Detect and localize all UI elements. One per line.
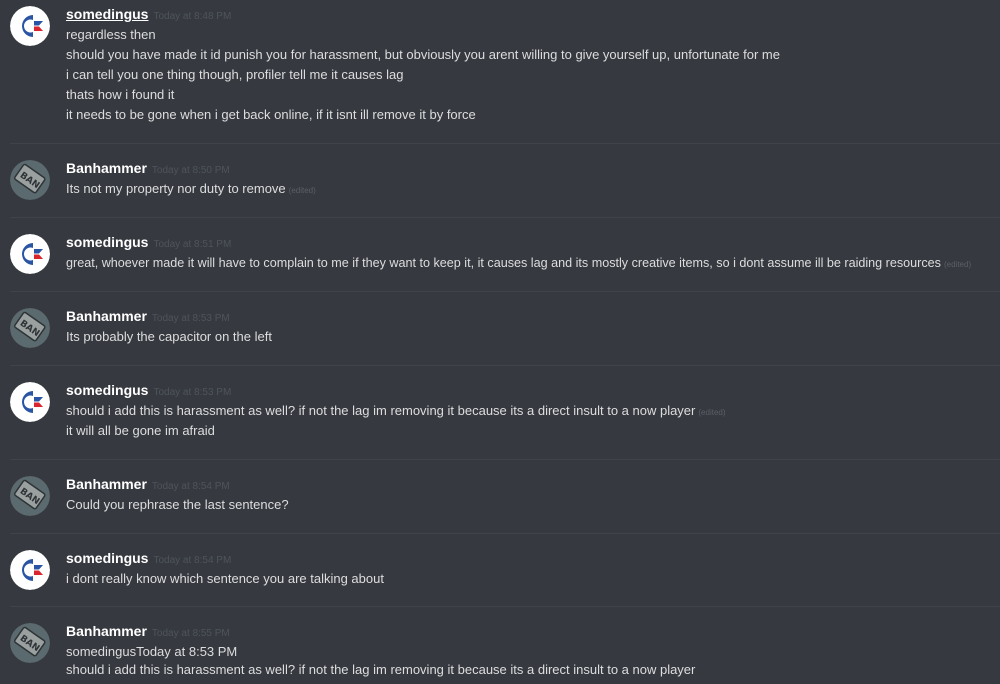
timestamp: Today at 8:51 PM bbox=[153, 239, 232, 250]
commodore-avatar-icon[interactable] bbox=[10, 550, 50, 590]
message-header: somedingus Today at 8:48 PM bbox=[66, 6, 231, 24]
message-line: Could you rephrase the last sentence? bbox=[66, 497, 289, 512]
username[interactable]: somedingus bbox=[66, 382, 148, 398]
message-line: Its probably the capacitor on the left bbox=[66, 329, 272, 344]
message-header: Banhammer Today at 8:54 PM bbox=[66, 476, 230, 494]
message-line: should i add this is harassment as well?… bbox=[66, 403, 726, 418]
username[interactable]: Banhammer bbox=[66, 160, 147, 176]
username[interactable]: Banhammer bbox=[66, 476, 147, 492]
message-divider bbox=[10, 606, 1000, 607]
message-line: somedingusToday at 8:53 PM bbox=[66, 644, 238, 659]
username[interactable]: Banhammer bbox=[66, 308, 147, 324]
timestamp: Today at 8:53 PM bbox=[153, 387, 232, 398]
message-divider bbox=[10, 459, 1000, 460]
commodore-avatar-icon[interactable] bbox=[10, 382, 50, 422]
ban-hammer-avatar-icon[interactable]: BAN bbox=[10, 308, 50, 348]
username[interactable]: somedingus bbox=[66, 234, 148, 250]
timestamp: Today at 8:54 PM bbox=[151, 481, 230, 492]
username[interactable]: somedingus bbox=[66, 6, 148, 22]
message-header: Banhammer Today at 8:53 PM bbox=[66, 308, 230, 326]
timestamp: Today at 8:54 PM bbox=[153, 555, 232, 566]
timestamp: Today at 8:55 PM bbox=[151, 628, 230, 639]
message-line: great, whoever made it will have to comp… bbox=[66, 256, 972, 270]
message-line: i can tell you one thing though, profile… bbox=[66, 67, 404, 82]
edited-tag: (edited) bbox=[943, 260, 972, 269]
message-header: somedingus Today at 8:51 PM bbox=[66, 234, 231, 252]
edited-tag: (edited) bbox=[288, 186, 316, 195]
message-line: regardless then bbox=[66, 27, 156, 42]
message-line: should i add this is harassment as well?… bbox=[66, 662, 696, 677]
message-line: thats how i found it bbox=[66, 87, 175, 102]
ban-hammer-avatar-icon[interactable]: BAN bbox=[10, 160, 50, 200]
message-line: i dont really know which sentence you ar… bbox=[66, 571, 384, 586]
timestamp: Today at 8:53 PM bbox=[151, 313, 230, 324]
message-divider bbox=[10, 291, 1000, 292]
message-divider bbox=[10, 217, 1000, 218]
message-line: Its not my property nor duty to remove (e… bbox=[66, 181, 316, 196]
message-header: Banhammer Today at 8:50 PM bbox=[66, 160, 230, 178]
ban-hammer-avatar-icon[interactable]: BAN bbox=[10, 623, 50, 663]
message-divider bbox=[10, 533, 1000, 534]
message-divider bbox=[10, 143, 1000, 144]
message-line: it will all be gone im afraid bbox=[66, 423, 215, 438]
timestamp: Today at 8:50 PM bbox=[151, 165, 230, 176]
message-divider bbox=[10, 365, 1000, 366]
ban-hammer-avatar-icon[interactable]: BAN bbox=[10, 476, 50, 516]
message-header: somedingus Today at 8:53 PM bbox=[66, 382, 231, 400]
message-header: somedingus Today at 8:54 PM bbox=[66, 550, 231, 568]
message-line: it needs to be gone when i get back onli… bbox=[66, 107, 476, 122]
edited-tag: (edited) bbox=[698, 408, 726, 417]
commodore-avatar-icon[interactable] bbox=[10, 234, 50, 274]
timestamp: Today at 8:48 PM bbox=[153, 11, 232, 22]
message-line: should you have made it id punish you fo… bbox=[66, 47, 780, 62]
username[interactable]: somedingus bbox=[66, 550, 148, 566]
message-header: Banhammer Today at 8:55 PM bbox=[66, 623, 230, 641]
commodore-avatar-icon[interactable] bbox=[10, 6, 50, 46]
username[interactable]: Banhammer bbox=[66, 623, 147, 639]
